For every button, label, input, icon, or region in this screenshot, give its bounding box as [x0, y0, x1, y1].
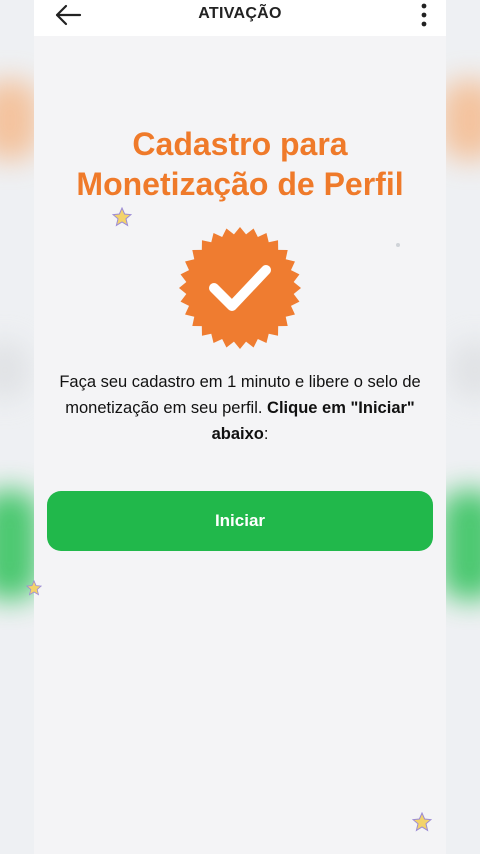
- verified-badge-icon: [179, 227, 301, 349]
- sparkle-dot: [396, 243, 400, 247]
- background-blur-gray-right: [450, 340, 480, 400]
- description-suffix: :: [263, 425, 269, 443]
- headline-line-1: Cadastro para: [132, 126, 348, 162]
- background-blur-orange-right: [440, 80, 480, 160]
- app-screen: ATIVAÇÃO Cadastro para Monetização de Pe…: [26, 0, 446, 854]
- star-icon: [112, 207, 132, 227]
- top-bar: ATIVAÇÃO: [34, 0, 446, 36]
- more-options-button[interactable]: [412, 0, 436, 30]
- background-blur-gray-left: [0, 340, 30, 400]
- star-icon: [412, 812, 432, 832]
- page-title: ATIVAÇÃO: [198, 5, 282, 22]
- headline-line-2: Monetização de Perfil: [76, 166, 404, 202]
- description-text: Faça seu cadastro em 1 minuto e libere o…: [46, 369, 434, 447]
- background-blur-green-right: [440, 490, 480, 600]
- star-icon: [26, 580, 42, 596]
- more-vertical-icon: [421, 3, 427, 27]
- headline: Cadastro para Monetização de Perfil: [34, 124, 446, 204]
- start-button[interactable]: Iniciar: [47, 491, 433, 551]
